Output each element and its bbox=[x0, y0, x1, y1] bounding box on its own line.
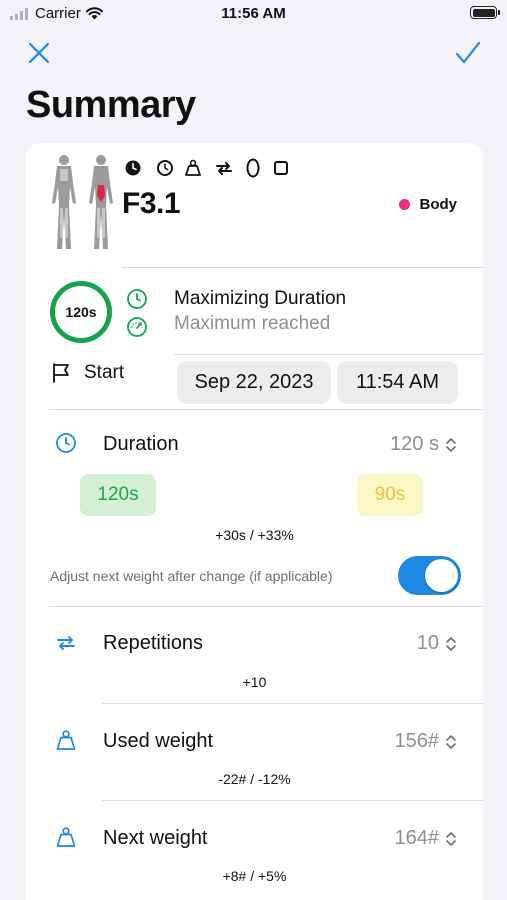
next-weight-icon-wrap bbox=[54, 825, 78, 849]
category-label: Body bbox=[419, 196, 458, 213]
start-date-value: Sep 22, 2023 bbox=[194, 371, 314, 393]
divider bbox=[102, 800, 483, 801]
mode-icons bbox=[126, 288, 148, 338]
next-weight-label: Next weight bbox=[103, 827, 208, 849]
used-weight-value: 156# bbox=[394, 730, 440, 752]
duration-value: 120 s bbox=[390, 433, 439, 455]
repeat-icon bbox=[216, 162, 232, 175]
chevron-up-down-icon bbox=[446, 831, 456, 846]
repetitions-delta: +10 bbox=[242, 674, 267, 690]
close-button[interactable] bbox=[24, 38, 54, 68]
category-dot-icon bbox=[398, 199, 410, 210]
category-tag: Body bbox=[398, 196, 458, 213]
divider bbox=[174, 354, 483, 355]
repeat-icon bbox=[57, 636, 75, 650]
divider bbox=[102, 703, 483, 704]
previous-duration: 90s bbox=[374, 484, 406, 505]
toggle-knob bbox=[425, 559, 458, 592]
used-weight-icon-wrap bbox=[54, 728, 78, 752]
current-duration: 120s bbox=[97, 484, 139, 505]
page-title: Summary bbox=[26, 84, 196, 126]
checkmark-icon bbox=[455, 41, 481, 64]
repetitions-stepper[interactable]: 10 bbox=[417, 632, 457, 655]
start-time-picker[interactable]: 11:54 AM bbox=[337, 361, 458, 404]
chevron-up-down-icon bbox=[446, 437, 456, 452]
summary-card: F3.1 Body 120s Maximizing Duration Maxim… bbox=[26, 143, 483, 900]
close-icon bbox=[28, 42, 50, 64]
adjust-weight-label: Adjust next weight after change (if appl… bbox=[50, 568, 333, 584]
clock-icon bbox=[56, 433, 76, 453]
adjust-weight-toggle[interactable] bbox=[398, 556, 461, 595]
oval-icon bbox=[246, 158, 260, 178]
done-button[interactable] bbox=[453, 38, 483, 68]
weight-icon bbox=[185, 159, 201, 176]
used-weight-delta: -22# / -12% bbox=[218, 771, 291, 787]
used-weight-stepper[interactable]: 156# bbox=[395, 730, 458, 753]
repetitions-label: Repetitions bbox=[103, 632, 204, 654]
next-weight-stepper[interactable]: 164# bbox=[395, 827, 458, 850]
weight-icon bbox=[56, 827, 76, 847]
start-time-value: 11:54 AM bbox=[355, 371, 440, 393]
battery-icon bbox=[470, 6, 500, 19]
chevron-up-down-icon bbox=[446, 636, 456, 651]
duration-label: Duration bbox=[103, 433, 179, 455]
clock-icon bbox=[127, 289, 147, 309]
flag-icon bbox=[53, 363, 69, 383]
status-time: 11:56 AM bbox=[221, 5, 286, 22]
status-bar: Carrier 11:56 AM bbox=[0, 0, 507, 28]
set-icons bbox=[124, 158, 289, 178]
duration-ring: 120s bbox=[50, 281, 112, 343]
duration-stepper[interactable]: 120 s bbox=[390, 433, 457, 456]
divider bbox=[50, 606, 483, 607]
timer-filled-icon bbox=[125, 160, 141, 176]
duration-delta: +30s / +33% bbox=[215, 527, 294, 543]
start-date-picker[interactable]: Sep 22, 2023 bbox=[177, 361, 331, 404]
weight-icon bbox=[56, 730, 76, 750]
previous-duration-chip: 90s bbox=[357, 474, 423, 516]
used-weight-label: Used weight bbox=[103, 730, 214, 752]
clock-icon bbox=[157, 160, 173, 176]
square-icon bbox=[274, 161, 288, 175]
goal-title: Maximizing Duration bbox=[174, 288, 347, 309]
next-weight-value: 164# bbox=[394, 827, 440, 849]
divider bbox=[50, 409, 483, 410]
divider bbox=[122, 267, 483, 268]
repetitions-value: 10 bbox=[416, 632, 439, 654]
start-label: Start bbox=[84, 362, 125, 383]
chevron-up-down-icon bbox=[446, 734, 456, 749]
current-duration-chip: 120s bbox=[80, 474, 156, 516]
speedometer-icon bbox=[127, 317, 147, 337]
ring-value: 120s bbox=[65, 304, 97, 320]
repetitions-icon-wrap bbox=[54, 631, 78, 655]
exercise-code: F3.1 bbox=[122, 187, 181, 220]
start-row: Start bbox=[50, 362, 124, 384]
goal-subtitle: Maximum reached bbox=[174, 313, 331, 334]
duration-icon-wrap bbox=[54, 431, 78, 455]
next-weight-delta: +8# / +5% bbox=[222, 868, 287, 884]
